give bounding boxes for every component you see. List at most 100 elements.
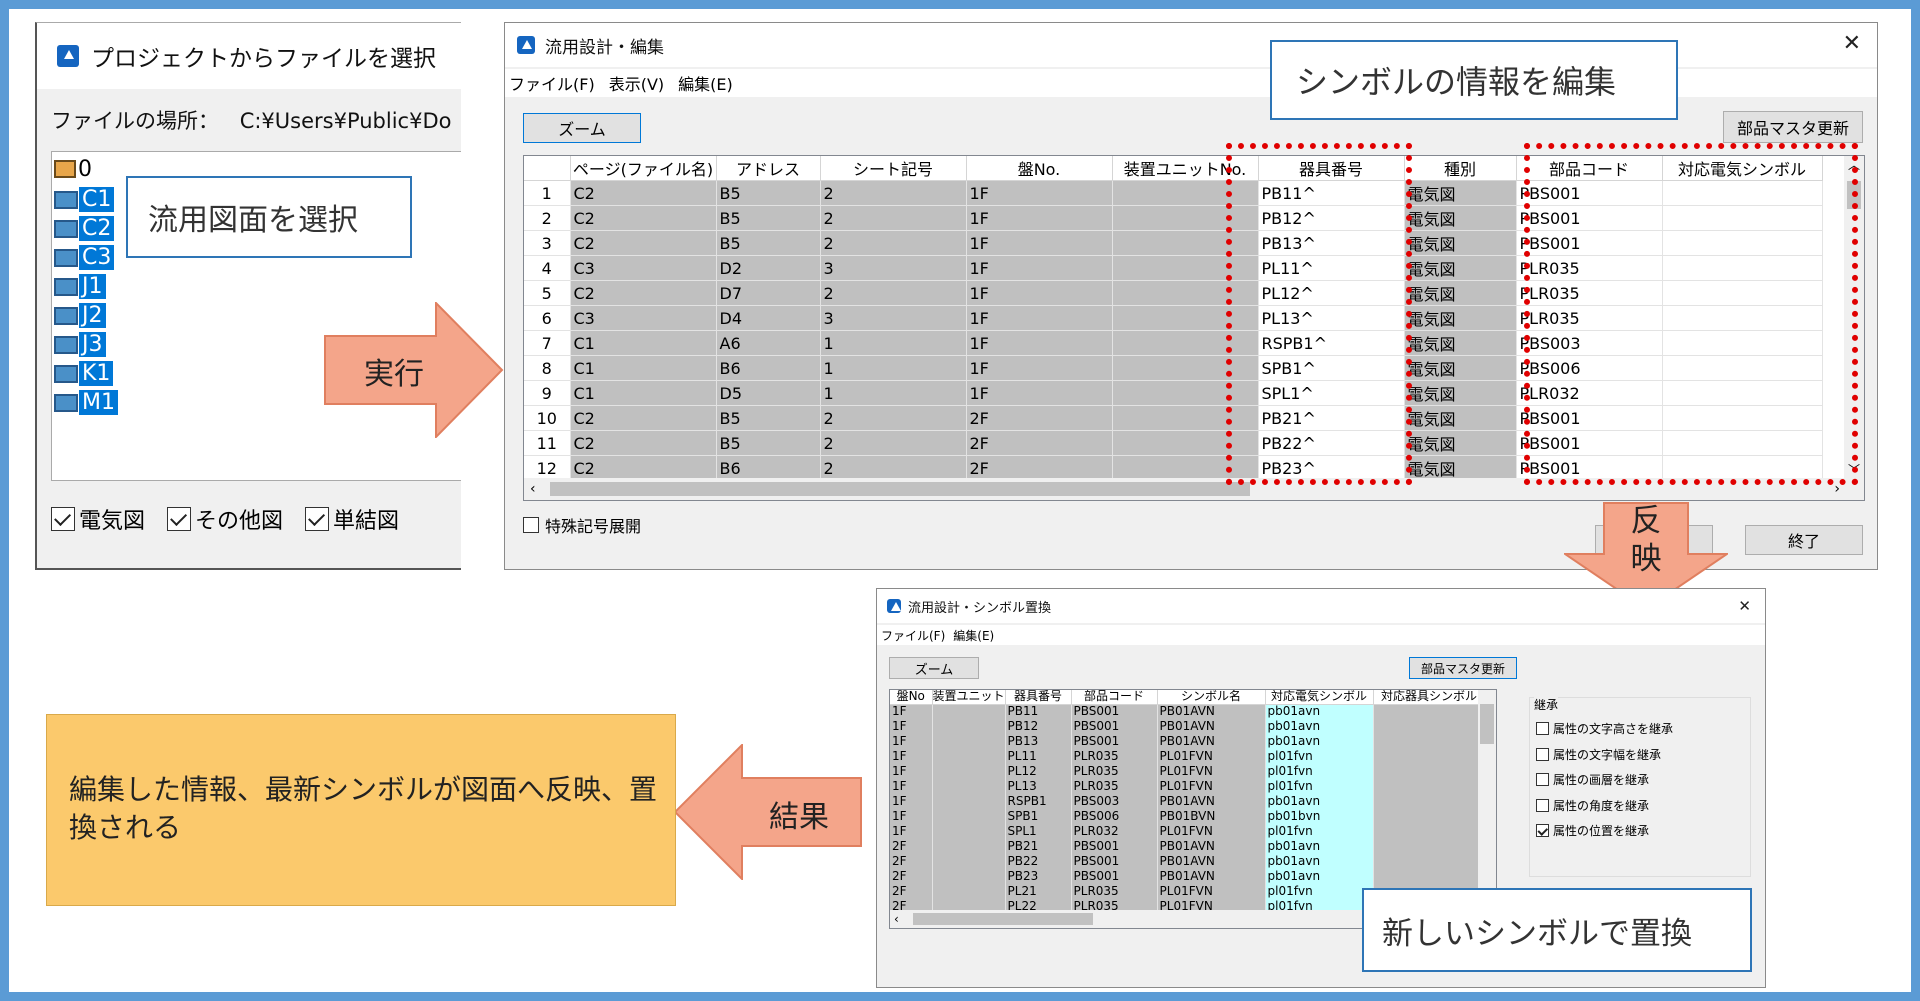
table-cell[interactable]: C1 [570,355,717,381]
table-cell[interactable]: 1F [890,779,933,794]
table-cell[interactable]: 1F [966,180,1113,206]
close-icon[interactable]: ✕ [1738,597,1751,615]
table-cell[interactable]: C1 [570,380,717,406]
table-cell[interactable]: pb01avn [1265,794,1374,809]
table-cell[interactable] [932,764,1006,779]
table-cell[interactable]: PBS001 [1071,704,1158,719]
table-cell[interactable]: PL21 [1005,884,1072,899]
table-cell[interactable] [932,824,1006,839]
table-cell[interactable]: PB13 [1005,734,1072,749]
table-row[interactable]: 2F PB21 PBS001 PB01AVN pb01avn [890,839,1486,854]
table-cell[interactable]: C2 [570,230,717,256]
zoom-button[interactable]: ズーム [523,113,641,143]
table-cell[interactable]: 電気図 [1404,430,1517,456]
table-row[interactable]: 1F SPL1 PLR032 PL01FVN pl01fvn [890,824,1486,839]
zoom-button[interactable]: ズーム [889,657,979,679]
table-cell[interactable]: pl01fvn [1265,749,1374,764]
table-cell[interactable] [932,884,1006,899]
table-cell[interactable]: 電気図 [1404,280,1517,306]
tree-item[interactable]: C2 [54,214,118,243]
table-cell[interactable]: 2 [820,205,967,231]
column-header[interactable]: 部品コード [1071,690,1158,705]
table-row[interactable]: 2F PB23 PBS001 PB01AVN pb01avn [890,869,1486,884]
table-cell[interactable] [1373,734,1486,749]
table-cell[interactable]: 7 [524,330,571,356]
table-cell[interactable]: 2 [820,430,967,456]
table-cell[interactable] [1373,779,1486,794]
table-cell[interactable]: 2F [966,455,1113,481]
table-cell[interactable]: PLR035 [1071,764,1158,779]
table-cell[interactable]: PB01AVN [1157,854,1266,869]
table-cell[interactable]: PL01FVN [1157,824,1266,839]
scroll-thumb[interactable] [912,913,1093,925]
table-cell[interactable]: 8 [524,355,571,381]
table-cell[interactable]: PLR035 [1071,749,1158,764]
table-cell[interactable]: PB23 [1005,869,1072,884]
table-cell[interactable]: pb01avn [1265,869,1374,884]
table-cell[interactable]: 電気図 [1404,305,1517,331]
table-cell[interactable]: 2F [966,405,1113,431]
table-cell[interactable] [932,734,1006,749]
table-cell[interactable]: PB12 [1005,719,1072,734]
inherit-option[interactable]: 属性の画層を継承 [1536,767,1673,793]
table-cell[interactable]: 4 [524,255,571,281]
menu-item[interactable]: ファイル(F) [881,627,945,644]
table-cell[interactable] [1373,839,1486,854]
table-cell[interactable]: PBS006 [1071,809,1158,824]
table-cell[interactable] [932,794,1006,809]
checkbox[interactable] [167,507,192,531]
table-cell[interactable]: PL01FVN [1157,749,1266,764]
table-cell[interactable]: pb01bvn [1265,809,1374,824]
table-cell[interactable]: B5 [716,180,821,206]
scroll-thumb[interactable] [549,482,1250,496]
table-cell[interactable]: 3 [524,230,571,256]
table-cell[interactable]: PLR032 [1071,824,1158,839]
table-cell[interactable] [932,809,1006,824]
table-cell[interactable]: 10 [524,405,571,431]
table-cell[interactable]: B5 [716,205,821,231]
special-checkbox[interactable] [523,517,539,533]
end-button[interactable]: 終了 [1745,525,1863,555]
column-header[interactable]: 盤No [890,690,933,705]
table-cell[interactable]: pl01fvn [1265,824,1374,839]
table-cell[interactable]: 1 [820,355,967,381]
table-cell[interactable]: 電気図 [1404,455,1517,481]
table-row[interactable]: 1F PL12 PLR035 PL01FVN pl01fvn [890,764,1486,779]
table-cell[interactable]: PL12 [1005,764,1072,779]
table-cell[interactable]: pb01avn [1265,839,1374,854]
table-cell[interactable]: D2 [716,255,821,281]
table-cell[interactable]: C3 [570,305,717,331]
table-cell[interactable]: C2 [570,430,717,456]
table-cell[interactable]: PB01BVN [1157,809,1266,824]
table-cell[interactable]: 1F [890,719,933,734]
table-cell[interactable]: 1 [820,380,967,406]
table-cell[interactable]: pb01avn [1265,719,1374,734]
table-cell[interactable]: 1F [890,749,933,764]
column-header[interactable]: ページ(ファイル名) [570,156,717,181]
table-cell[interactable]: PBS001 [1071,719,1158,734]
table-cell[interactable]: 11 [524,430,571,456]
table-cell[interactable] [932,779,1006,794]
tree-item[interactable]: J1 [54,272,118,301]
tree-item[interactable]: J2 [54,301,118,330]
table-cell[interactable]: 1F [890,794,933,809]
checkbox[interactable] [1536,773,1549,787]
table-cell[interactable]: 1F [966,255,1113,281]
table-cell[interactable]: 2 [524,205,571,231]
table-cell[interactable]: PB01AVN [1157,734,1266,749]
table-row[interactable]: 1F PB13 PBS001 PB01AVN pb01avn [890,734,1486,749]
checkbox[interactable] [1536,747,1549,761]
table-cell[interactable]: C1 [570,330,717,356]
table-cell[interactable]: D4 [716,305,821,331]
column-header[interactable]: 対応電気シンボル [1265,690,1374,705]
table-cell[interactable]: PB01AVN [1157,869,1266,884]
table-cell[interactable]: PB01AVN [1157,719,1266,734]
table-cell[interactable]: A6 [716,330,821,356]
table-cell[interactable]: 電気図 [1404,355,1517,381]
checkbox[interactable] [1536,824,1549,838]
table-cell[interactable]: 1F [890,734,933,749]
table-cell[interactable]: SPB1 [1005,809,1072,824]
table-cell[interactable]: PBS001 [1071,869,1158,884]
table-cell[interactable]: 電気図 [1404,380,1517,406]
table-cell[interactable]: 1 [820,330,967,356]
